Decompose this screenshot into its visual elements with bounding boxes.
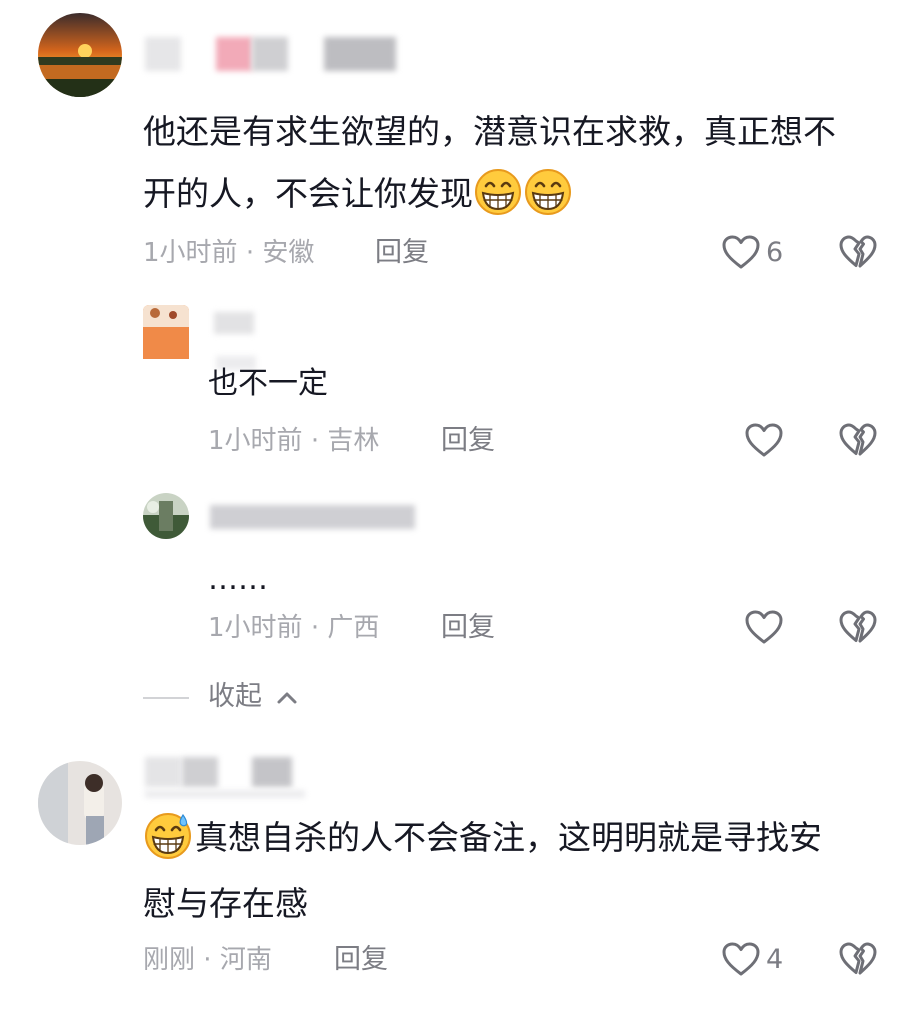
reply-text: …… — [208, 562, 268, 597]
avatar[interactable] — [143, 493, 189, 539]
reply-button[interactable]: 回复 — [375, 236, 429, 270]
dislike-broken-heart-icon[interactable] — [838, 234, 878, 270]
dislike-broken-heart-icon[interactable] — [838, 941, 878, 977]
reply-button[interactable]: 回复 — [441, 611, 495, 645]
comment-text: 开的人，不会让你发现 — [143, 174, 473, 213]
reply-location: 吉林 — [327, 426, 380, 456]
avatar[interactable] — [38, 761, 122, 845]
reply-time: 1小时前 — [208, 426, 303, 456]
like-count: 6 — [766, 237, 784, 268]
sunset-avatar-image — [38, 13, 122, 97]
dislike-broken-heart-icon[interactable] — [838, 609, 878, 645]
comment-location: 河南 — [219, 945, 272, 975]
reply-avatar-image — [143, 305, 189, 359]
dislike-broken-heart-icon[interactable] — [838, 422, 878, 458]
comment-time: 1小时前 — [143, 238, 238, 268]
reply-location: 广西 — [327, 613, 380, 643]
comment-meta: 刚刚 · 河南 — [143, 943, 272, 977]
username-blurred[interactable] — [214, 312, 254, 334]
meta-separator: · — [245, 238, 255, 268]
comment-text-line: 慰与存在感 — [143, 884, 308, 923]
grinning-emoji-icon — [523, 167, 573, 217]
reply-text: 也不一定 — [208, 366, 328, 401]
meta-separator: · — [310, 426, 320, 456]
reply-time: 1小时前 — [208, 613, 303, 643]
reply-meta: 1小时前 · 广西 — [208, 611, 379, 645]
reply-avatar-image — [143, 493, 189, 539]
comment-location: 安徽 — [262, 238, 315, 268]
reply-button[interactable]: 回复 — [441, 424, 495, 458]
comment-text-line: 他还是有求生欲望的，潜意识在求救，真正想不 — [143, 112, 836, 151]
like-heart-icon[interactable] — [721, 234, 761, 270]
like-heart-icon[interactable] — [721, 941, 761, 977]
meta-separator: · — [310, 613, 320, 643]
divider — [143, 697, 189, 699]
grinning-sweat-emoji-icon — [143, 811, 193, 861]
like-count: 4 — [766, 944, 784, 975]
reply-button[interactable]: 回复 — [334, 943, 388, 977]
chevron-up-icon — [277, 692, 297, 703]
comment-text-line: 真想自杀的人不会备注，这明明就是寻找安 — [143, 807, 822, 869]
reply-meta: 1小时前 · 吉林 — [208, 424, 379, 458]
collapse-label[interactable]: 收起 — [208, 680, 299, 714]
like-heart-icon[interactable] — [744, 422, 784, 458]
comment-text: 真想自杀的人不会备注，这明明就是寻找安 — [195, 818, 822, 857]
girl-avatar-image — [38, 761, 122, 845]
comment-time: 刚刚 — [143, 945, 196, 975]
like-heart-icon[interactable] — [744, 609, 784, 645]
avatar[interactable] — [143, 305, 189, 359]
meta-separator: · — [203, 945, 212, 975]
comment-text-line: 开的人，不会让你发现 — [143, 163, 573, 225]
avatar[interactable] — [38, 13, 122, 97]
comment-meta: 1小时前 · 安徽 — [143, 236, 314, 270]
grinning-emoji-icon — [473, 167, 523, 217]
